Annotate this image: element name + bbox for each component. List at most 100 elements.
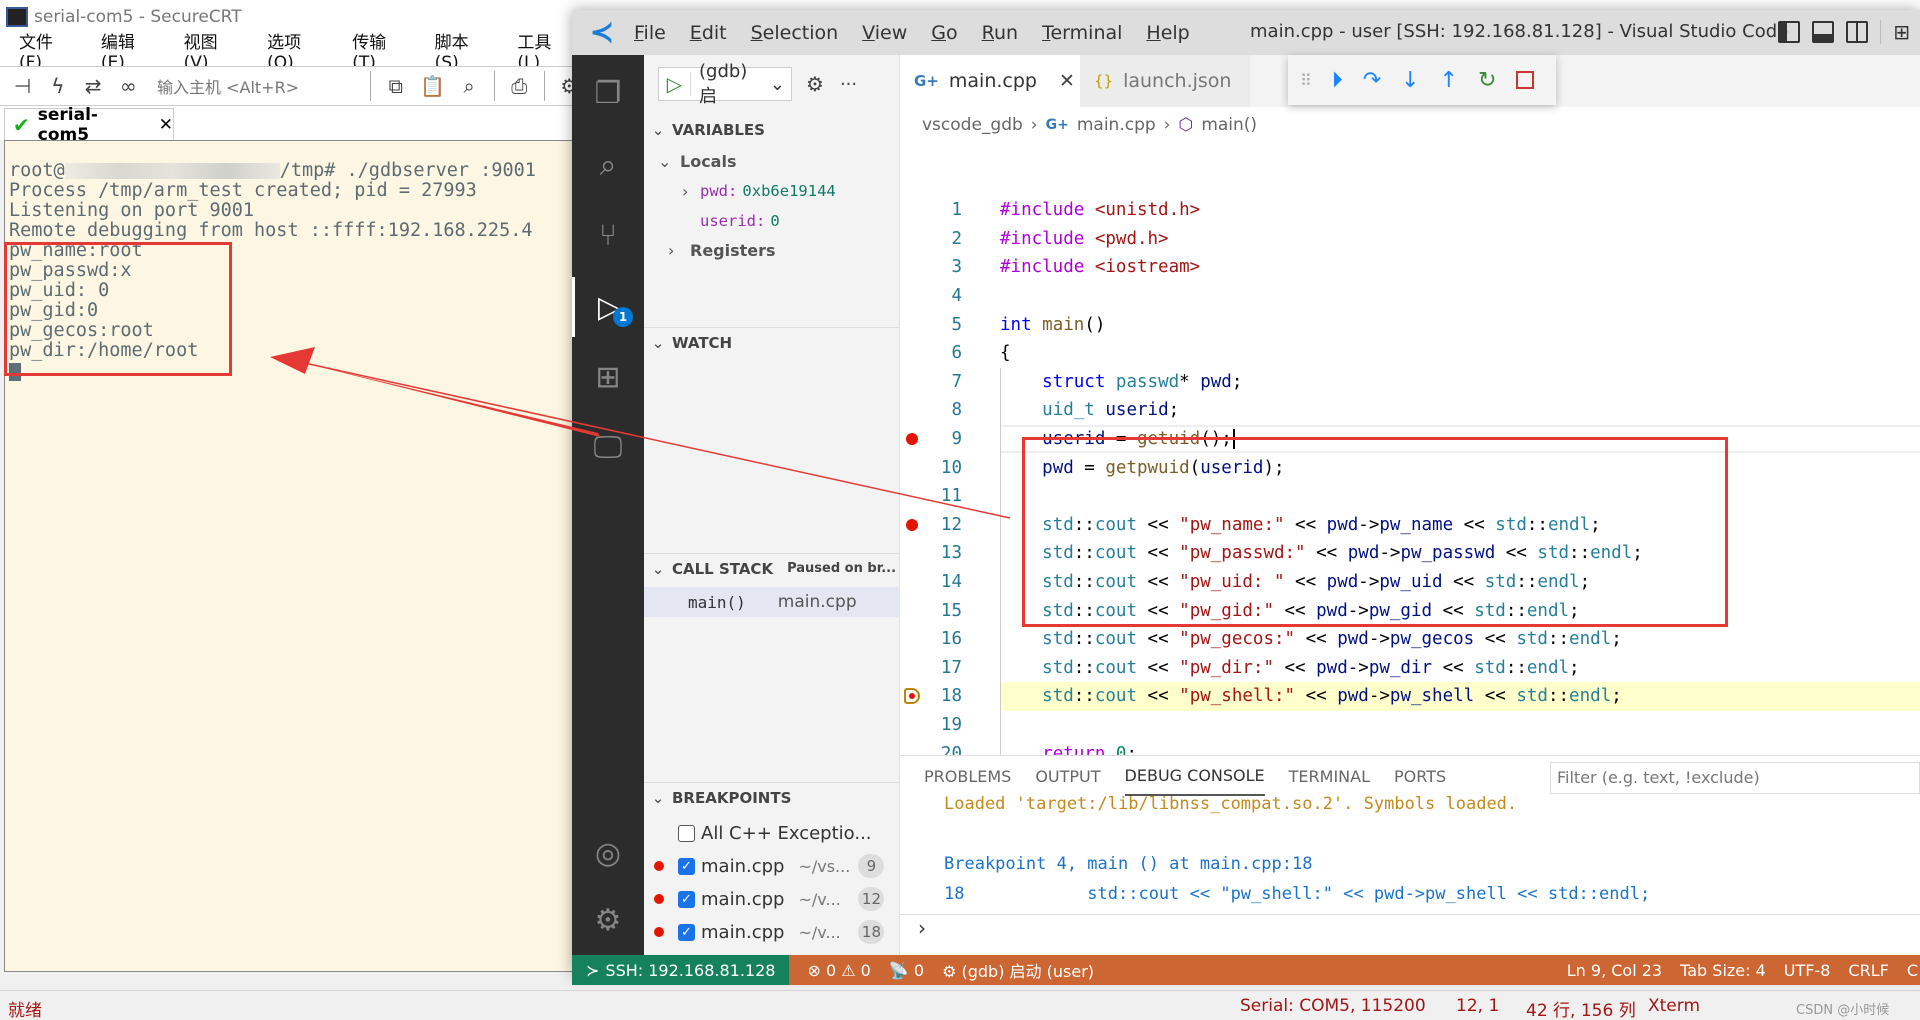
reconnect-icon[interactable]: ⇄ <box>83 74 104 98</box>
line-number[interactable]: 2 <box>900 229 962 249</box>
checkbox-checked[interactable]: ✓ <box>678 857 695 875</box>
encoding[interactable]: UTF-8 <box>1784 961 1831 980</box>
breakpoint-item[interactable]: ✓ main.cpp ~/vs... 9 <box>644 851 900 881</box>
variable-pwd[interactable]: › pwd: 0xb6e19144 <box>682 178 836 204</box>
vsc-menu-edit[interactable]: Edit <box>690 22 727 44</box>
vsc-menu-help[interactable]: Help <box>1146 22 1189 44</box>
line-number[interactable]: 19 <box>900 715 962 735</box>
host-input[interactable]: 输入主机 <Alt+R> <box>157 74 356 98</box>
step-into-icon[interactable]: ↓ <box>1401 68 1419 93</box>
line-number[interactable]: 3 <box>900 257 962 277</box>
breakpoint-exceptions[interactable]: All C++ Exceptio... <box>644 818 900 848</box>
line-number[interactable]: 14 <box>900 572 962 592</box>
toggle-secondary-sidebar-icon[interactable] <box>1846 21 1869 43</box>
remote-indicator[interactable]: ≻ SSH: 192.168.81.128 <box>572 955 790 985</box>
breakpoints-section-header[interactable]: ⌄ BREAKPOINTS <box>644 782 900 812</box>
panel-tab-debug-console[interactable]: DEBUG CONSOLE <box>1124 756 1265 796</box>
variables-section-header[interactable]: ⌄ VARIABLES <box>644 115 900 145</box>
line-number[interactable]: 8 <box>900 400 962 420</box>
code-line[interactable]: 17 std::cout << "pw_dir:" << pwd->pw_dir… <box>900 654 1920 683</box>
quick-connect-icon[interactable]: ϟ <box>47 74 68 98</box>
eol[interactable]: CRLF <box>1848 961 1888 980</box>
connect-bar-icon[interactable]: ⊣ <box>12 74 33 98</box>
line-number[interactable]: 13 <box>900 543 962 563</box>
callstack-frame[interactable]: main() main.cpp <box>644 587 900 617</box>
problems-status[interactable]: ⊗ 0 ⚠ 0 <box>807 961 870 980</box>
code-line[interactable]: 4 <box>900 282 1920 311</box>
callstack-section-header[interactable]: ⌄ CALL STACK Paused on br... <box>644 553 900 583</box>
line-number[interactable]: 16 <box>900 629 962 649</box>
vsc-menu-file[interactable]: File <box>634 22 666 44</box>
line-number[interactable]: 11 <box>900 486 962 506</box>
line-number[interactable]: 4 <box>900 286 962 306</box>
run-debug-icon[interactable]: ▷ 1 <box>572 277 644 337</box>
code-line[interactable]: 6{ <box>900 339 1920 368</box>
breakpoint-dot-icon[interactable] <box>906 433 918 446</box>
line-number[interactable]: 5 <box>900 315 962 335</box>
locals-node[interactable]: ⌄ Locals <box>658 148 736 174</box>
debug-settings-gear-icon[interactable]: ⚙ <box>806 72 824 96</box>
line-number[interactable]: 6 <box>900 343 962 363</box>
language-mode[interactable]: C <box>1907 961 1918 980</box>
breadcrumb-symbol[interactable]: main() <box>1201 115 1257 135</box>
customize-layout-icon[interactable]: ⊞ <box>1893 20 1910 44</box>
checkbox-unchecked[interactable] <box>678 824 695 842</box>
toggle-primary-sidebar-icon[interactable] <box>1778 21 1801 43</box>
panel-tab-ports[interactable]: PORTS <box>1394 756 1446 796</box>
console-filter-input[interactable]: Filter (e.g. text, !exclude) <box>1550 762 1920 794</box>
vsc-menu-selection[interactable]: Selection <box>751 22 839 44</box>
tab-main-cpp[interactable]: G+ main.cpp ✕ <box>900 55 1080 107</box>
start-debugging-icon[interactable]: ▷ <box>659 72 691 96</box>
ports-status[interactable]: 📡 0 <box>889 961 924 980</box>
line-number[interactable]: 7 <box>900 372 962 392</box>
extensions-icon[interactable]: ⊞ <box>572 347 644 407</box>
restart-icon[interactable]: ↻ <box>1478 68 1496 93</box>
vsc-menu-run[interactable]: Run <box>982 22 1018 44</box>
explorer-icon[interactable]: ❐ <box>572 63 644 123</box>
breakpoint-item[interactable]: ✓ main.cpp ~/v... 12 <box>644 884 900 914</box>
tab-launch-json[interactable]: {} launch.json <box>1080 55 1250 107</box>
debug-session-status[interactable]: ⚙ (gdb) 启动 (user) <box>942 958 1094 982</box>
close-tab-icon[interactable]: ✕ <box>159 115 173 135</box>
close-tab-icon[interactable]: ✕ <box>1059 70 1075 92</box>
toggle-panel-icon[interactable] <box>1812 21 1835 43</box>
drag-handle-icon[interactable]: ⠿ <box>1300 71 1312 90</box>
console-input-chevron-icon[interactable]: › <box>918 916 926 940</box>
find-icon[interactable]: ⌕ <box>458 74 479 98</box>
manage-gear-icon[interactable]: ⚙ <box>572 890 644 950</box>
session-tab[interactable]: ✔ serial-com5 ✕ <box>4 105 174 145</box>
accounts-icon[interactable]: ◎ <box>572 823 644 883</box>
vsc-menu-view[interactable]: View <box>862 22 907 44</box>
code-line[interactable]: 3 #include <iostream> <box>900 253 1920 282</box>
line-number[interactable]: 1 <box>900 200 962 220</box>
vsc-menu-go[interactable]: Go <box>931 22 957 44</box>
vsc-menu-terminal[interactable]: Terminal <box>1042 22 1122 44</box>
cursor-position[interactable]: Ln 9, Col 23 <box>1567 961 1662 980</box>
continue-icon[interactable]: ⏵ <box>1332 68 1343 93</box>
checkbox-checked[interactable]: ✓ <box>678 890 695 908</box>
registers-node[interactable]: › Registers <box>668 237 776 263</box>
remote-explorer-icon[interactable]: 🖵 <box>572 417 644 477</box>
link-icon[interactable]: ∞ <box>118 74 139 98</box>
code-line[interactable]: 2 #include <pwd.h> <box>900 225 1920 254</box>
copy-icon[interactable]: ⧉ <box>385 74 406 98</box>
panel-tab-terminal[interactable]: TERMINAL <box>1289 756 1370 796</box>
debug-config-select[interactable]: ▷ (gdb) 启 ⌄ <box>658 61 792 107</box>
line-number[interactable]: 17 <box>900 658 962 678</box>
breakpoint-dot-icon[interactable] <box>906 518 918 531</box>
line-number[interactable]: 15 <box>900 601 962 621</box>
panel-tab-problems[interactable]: PROBLEMS <box>924 756 1011 796</box>
code-line[interactable]: 16 std::cout << "pw_gecos:" << pwd->pw_g… <box>900 625 1920 654</box>
watch-section-header[interactable]: ⌄ WATCH <box>644 327 900 357</box>
print-icon[interactable]: ⎙ <box>509 74 530 98</box>
more-actions-icon[interactable]: ··· <box>840 74 857 95</box>
breadcrumb-file[interactable]: main.cpp <box>1077 115 1156 135</box>
tab-size[interactable]: Tab Size: 4 <box>1680 961 1766 980</box>
code-line[interactable]: 5 int main() <box>900 310 1920 339</box>
search-icon[interactable]: ⌕ <box>572 135 644 195</box>
variable-userid[interactable]: userid: 0 <box>700 208 780 234</box>
step-over-icon[interactable]: ↷ <box>1363 68 1381 93</box>
checkbox-checked[interactable]: ✓ <box>678 923 695 941</box>
line-number[interactable]: 10 <box>900 458 962 478</box>
step-out-icon[interactable]: ↑ <box>1440 68 1458 93</box>
